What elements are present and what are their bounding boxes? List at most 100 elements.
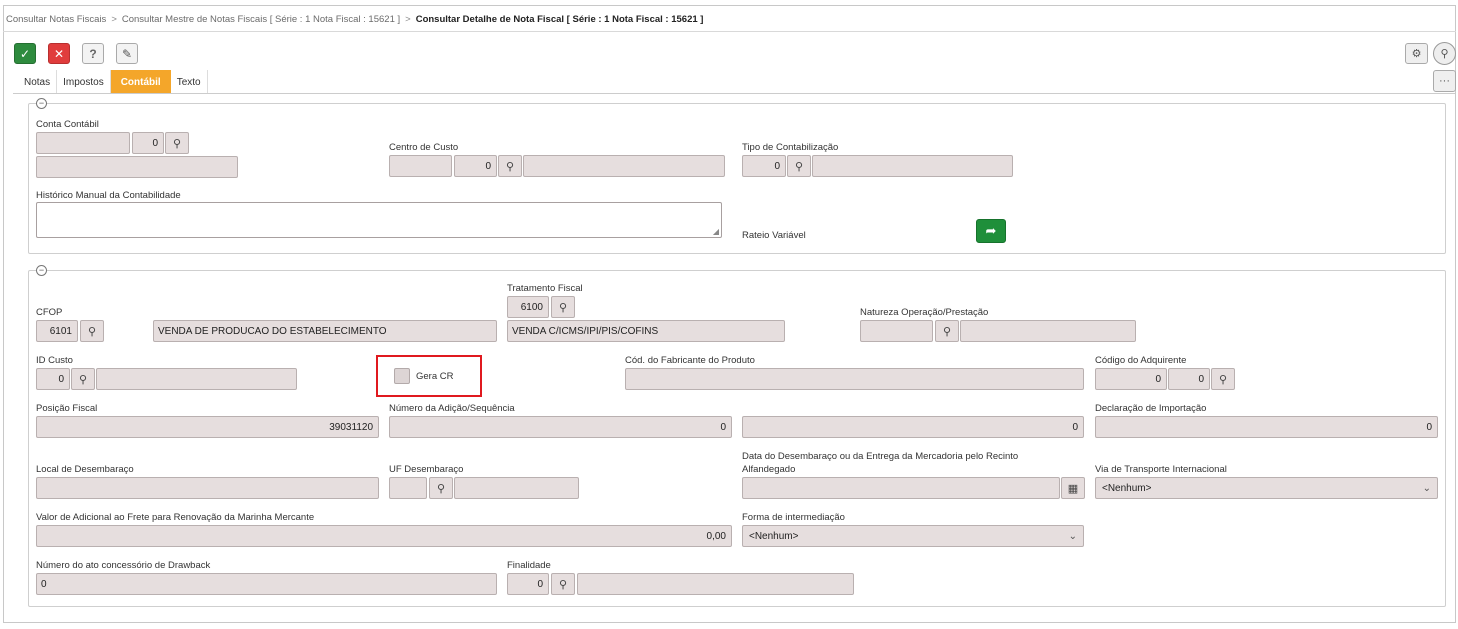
natureza-operacao-lookup-button[interactable]: ⚲ (935, 320, 959, 342)
conta-contabil-prefix-field[interactable] (36, 132, 130, 154)
forma-intermediacao-label: Forma de intermediação (742, 512, 845, 523)
tipo-contabilizacao-lookup-button[interactable]: ⚲ (787, 155, 811, 177)
uf-desembaraco-desc-field[interactable] (454, 477, 579, 499)
drawback-label: Número do ato concessório de Drawback (36, 560, 211, 571)
natureza-operacao-code-field[interactable] (860, 320, 933, 342)
historico-textarea[interactable]: ◢ (36, 202, 722, 238)
search-icon: ⚲ (78, 373, 88, 386)
help-icon: ? (89, 46, 97, 61)
ellipsis-icon: ··· (1439, 75, 1450, 87)
drawback-field[interactable]: 0 (36, 573, 497, 595)
natureza-operacao-label: Natureza Operação/Prestação (860, 307, 989, 318)
finalidade-desc-field[interactable] (577, 573, 854, 595)
centro-custo-lookup-button[interactable]: ⚲ (498, 155, 522, 177)
cod-adquirente-field-2[interactable]: 0 (1168, 368, 1210, 390)
cod-adquirente-field-1[interactable]: 0 (1095, 368, 1167, 390)
search-icon: ⚲ (436, 482, 446, 495)
search-icon: ⚲ (558, 301, 568, 314)
data-desembaraco-label-line2: Alfandegado (742, 464, 796, 475)
resize-grip-icon: ◢ (712, 227, 719, 236)
centro-custo-prefix-field[interactable] (389, 155, 452, 177)
declaracao-importacao-label: Declaração de Importação (1095, 403, 1207, 414)
help-button[interactable]: ? (82, 43, 104, 64)
search-icon: ⚲ (942, 325, 952, 338)
cfop-lookup-button[interactable]: ⚲ (80, 320, 104, 342)
confirm-button[interactable]: ✓ (14, 43, 36, 64)
finalidade-lookup-button[interactable]: ⚲ (551, 573, 575, 595)
tab-notas[interactable]: Notas (18, 70, 58, 94)
tipo-contabilizacao-desc-field[interactable] (812, 155, 1013, 177)
id-custo-label: ID Custo (36, 355, 73, 366)
gera-cr-label: Gera CR (416, 371, 454, 382)
numero-sequencia-field[interactable]: 0 (742, 416, 1084, 438)
data-desembaraco-field[interactable] (742, 477, 1060, 499)
conta-contabil-code-field[interactable]: 0 (132, 132, 164, 154)
declaracao-importacao-field[interactable]: 0 (1095, 416, 1438, 438)
forma-intermediacao-value: <Nenhum> (749, 530, 799, 542)
search-icon: ⚲ (87, 325, 97, 338)
uf-desembaraco-code-field[interactable] (389, 477, 427, 499)
forma-intermediacao-select[interactable]: <Nenhum> ⌄ (742, 525, 1084, 547)
posicao-fiscal-field[interactable]: 39031120 (36, 416, 379, 438)
search-icon: ⚲ (505, 160, 515, 173)
valor-adicional-field[interactable]: 0,00 (36, 525, 732, 547)
settings-button[interactable]: ⚙ (1405, 43, 1428, 64)
gear-icon: ⚙ (1411, 48, 1422, 60)
tab-contabil[interactable]: Contábil (110, 70, 171, 94)
local-desembaraco-label: Local de Desembaraço (36, 464, 134, 475)
wrench-icon: ✎ (121, 46, 133, 61)
uf-desembaraco-lookup-button[interactable]: ⚲ (429, 477, 453, 499)
breadcrumb: Consultar Notas Fiscais > Consultar Mestre… (6, 14, 703, 25)
id-custo-desc-field[interactable] (96, 368, 297, 390)
centro-custo-desc-field[interactable] (523, 155, 725, 177)
gera-cr-checkbox[interactable] (394, 368, 410, 384)
tab-bar: Notas Impostos Contábil Texto (18, 70, 208, 94)
local-desembaraco-field[interactable] (36, 477, 379, 499)
numero-adicao-field[interactable]: 0 (389, 416, 732, 438)
tipo-contabilizacao-label: Tipo de Contabilização (742, 142, 839, 153)
tratamento-fiscal-desc-field[interactable]: VENDA C/ICMS/IPI/PIS/COFINS (507, 320, 785, 342)
share-arrow-icon: ➦ (985, 223, 997, 238)
global-search-button[interactable]: ⚲ (1433, 42, 1456, 65)
search-icon: ⚲ (558, 578, 568, 591)
tipo-contabilizacao-code-field[interactable]: 0 (742, 155, 786, 177)
breadcrumb-divider (3, 31, 1456, 32)
via-transporte-label: Via de Transporte Internacional (1095, 464, 1227, 475)
via-transporte-select[interactable]: <Nenhum> ⌄ (1095, 477, 1438, 499)
cancel-button[interactable]: ✕ (48, 43, 70, 64)
centro-custo-code-field[interactable]: 0 (454, 155, 497, 177)
cfop-label: CFOP (36, 307, 63, 318)
cod-fabricante-field[interactable] (625, 368, 1084, 390)
tab-texto[interactable]: Texto (170, 70, 208, 94)
cod-adquirente-lookup-button[interactable]: ⚲ (1211, 368, 1235, 390)
breadcrumb-item-notas[interactable]: Consultar Notas Fiscais (6, 14, 106, 25)
tratamento-fiscal-lookup-button[interactable]: ⚲ (551, 296, 575, 318)
data-desembaraco-label-line1: Data do Desembaraço ou da Entrega da Mer… (742, 451, 1019, 462)
breadcrumb-separator: > (111, 14, 117, 25)
cfop-desc-field[interactable]: VENDA DE PRODUCAO DO ESTABELECIMENTO (153, 320, 497, 342)
via-transporte-value: <Nenhum> (1102, 482, 1152, 494)
check-icon: ✓ (19, 46, 31, 61)
rateio-variavel-button[interactable]: ➦ (976, 219, 1006, 243)
conta-contabil-desc-field[interactable] (36, 156, 238, 178)
more-options-button[interactable]: ··· (1433, 70, 1456, 92)
conta-contabil-lookup-button[interactable]: ⚲ (165, 132, 189, 154)
natureza-operacao-desc-field[interactable] (960, 320, 1136, 342)
id-custo-code-field[interactable]: 0 (36, 368, 70, 390)
tratamento-fiscal-code-field[interactable]: 6100 (507, 296, 549, 318)
tools-button[interactable]: ✎ (116, 43, 138, 64)
breadcrumb-separator: > (405, 14, 411, 25)
id-custo-lookup-button[interactable]: ⚲ (71, 368, 95, 390)
collapse-panel1-icon[interactable]: − (36, 98, 47, 109)
tab-impostos[interactable]: Impostos (57, 70, 111, 94)
calendar-button[interactable]: ▦ (1061, 477, 1085, 499)
collapse-panel2-icon[interactable]: − (36, 265, 47, 276)
numero-adicao-label: Número da Adição/Sequência (389, 403, 515, 414)
finalidade-code-field[interactable]: 0 (507, 573, 549, 595)
valor-adicional-label: Valor de Adicional ao Frete para Renovaç… (36, 512, 315, 523)
cod-fabricante-label: Cód. do Fabricante do Produto (625, 355, 755, 366)
cfop-code-field[interactable]: 6101 (36, 320, 78, 342)
rateio-variavel-label: Rateio Variável (742, 230, 806, 241)
breadcrumb-item-mestre[interactable]: Consultar Mestre de Notas Fiscais [ Séri… (122, 14, 400, 25)
posicao-fiscal-label: Posição Fiscal (36, 403, 98, 414)
